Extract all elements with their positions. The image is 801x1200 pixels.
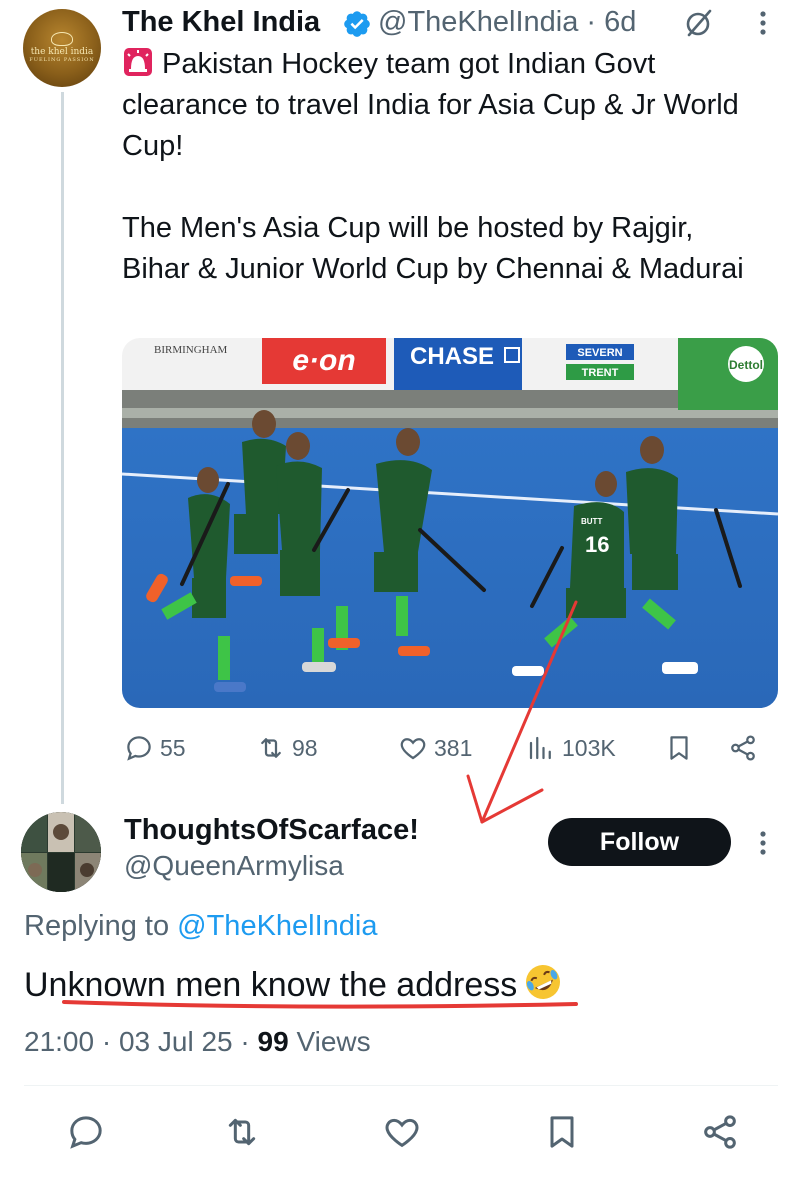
- author-handle[interactable]: @TheKhelIndia: [378, 6, 578, 38]
- avatar-collage-image: [21, 812, 101, 892]
- banner-dettol: Dettol: [729, 358, 763, 372]
- bookmark-icon[interactable]: [542, 1112, 582, 1152]
- reply-count: 55: [160, 734, 186, 761]
- views-action[interactable]: 103K: [526, 730, 616, 766]
- reply-text: Unknown men know the address: [24, 962, 563, 1005]
- reply-text-body: Unknown men know the address: [24, 966, 518, 1004]
- view-count: 103K: [562, 734, 616, 761]
- reply-icon[interactable]: [66, 1112, 106, 1152]
- share-icon: [731, 735, 755, 761]
- dot-separator: ·: [94, 1026, 119, 1057]
- banner-severn: SEVERN: [577, 347, 622, 359]
- tweet-text: Pakistan Hockey team got Indian Govt cle…: [122, 44, 762, 290]
- jersey-name: BUTT: [581, 517, 602, 526]
- reply-author-avatar[interactable]: [21, 812, 101, 892]
- banner-trent: TRENT: [582, 367, 619, 379]
- divider: [24, 1085, 778, 1086]
- avatar-logo-tagline: fueling passion: [29, 57, 95, 64]
- tweet-text-paragraph-1: Pakistan Hockey team got Indian Govt cle…: [122, 44, 762, 167]
- author-avatar[interactable]: the khel india fueling passion: [23, 9, 101, 87]
- reply-more-options-icon[interactable]: [756, 828, 770, 858]
- bookmark-icon: [670, 736, 688, 760]
- jersey-number: 16: [585, 532, 609, 557]
- heart-icon: [400, 738, 426, 760]
- reply-date[interactable]: 03 Jul 25: [119, 1026, 233, 1057]
- repost-icon: [261, 738, 281, 758]
- bookmark-action[interactable]: [664, 730, 700, 766]
- author-name[interactable]: The Khel India: [122, 6, 320, 39]
- banner-eon: e·on: [292, 344, 355, 377]
- analytics-bars-icon: [529, 736, 551, 760]
- hockey-team-photo: BIRMINGHAM e·on CHASE SEVERN TRENT Detto…: [122, 338, 778, 708]
- repost-count: 98: [292, 734, 318, 761]
- reply-icon: [127, 736, 151, 761]
- follow-button[interactable]: Follow: [548, 818, 731, 866]
- thread-connector-line: [61, 92, 64, 804]
- banner-chase: CHASE: [410, 343, 494, 370]
- reply-timestamp-line: 21:00 · 03 Jul 25 · 99 Views: [24, 1026, 371, 1058]
- author-handle-and-time[interactable]: @TheKhelIndia · 6d: [378, 6, 636, 39]
- share-action[interactable]: [728, 730, 764, 766]
- like-action[interactable]: 381: [398, 730, 472, 766]
- verified-badge-icon: [344, 11, 370, 37]
- repost-action[interactable]: 98: [256, 730, 318, 766]
- repost-icon[interactable]: [222, 1112, 262, 1152]
- replying-to-mention-link[interactable]: @TheKhelIndia: [177, 910, 377, 942]
- reply-author-handle[interactable]: @QueenArmylisa: [124, 850, 344, 882]
- tweet-time[interactable]: 6d: [604, 6, 636, 38]
- replying-to-line: Replying to @TheKhelIndia: [24, 910, 378, 943]
- tweet-text-paragraph-2: The Men's Asia Cup will be hosted by Raj…: [122, 212, 744, 285]
- reply-author-name[interactable]: ThoughtsOfScarface!: [124, 814, 419, 847]
- share-icon[interactable]: [700, 1112, 740, 1152]
- banner-birmingham: BIRMINGHAM: [154, 344, 228, 356]
- more-options-icon[interactable]: [756, 8, 770, 38]
- police-siren-icon: [124, 48, 152, 76]
- tweet-media-photo[interactable]: BIRMINGHAM e·on CHASE SEVERN TRENT Detto…: [122, 338, 778, 708]
- like-count: 381: [434, 734, 473, 761]
- tweet-text-line-1: Pakistan Hockey team got Indian Govt cle…: [122, 48, 747, 162]
- reply-views-label: Views: [296, 1026, 371, 1057]
- dot-separator: ·: [578, 6, 605, 38]
- replying-to-label: Replying to: [24, 910, 170, 942]
- grok-icon[interactable]: [683, 7, 715, 39]
- reply-time[interactable]: 21:00: [24, 1026, 94, 1057]
- dot-separator: ·: [232, 1026, 258, 1057]
- annotation-arrow-head: [466, 774, 544, 824]
- reply-views-count: 99: [257, 1026, 289, 1057]
- reply-action[interactable]: 55: [124, 730, 186, 766]
- logo-swirl-icon: [51, 32, 73, 47]
- heart-icon[interactable]: [382, 1112, 422, 1152]
- rofl-emoji-icon: [526, 965, 561, 999]
